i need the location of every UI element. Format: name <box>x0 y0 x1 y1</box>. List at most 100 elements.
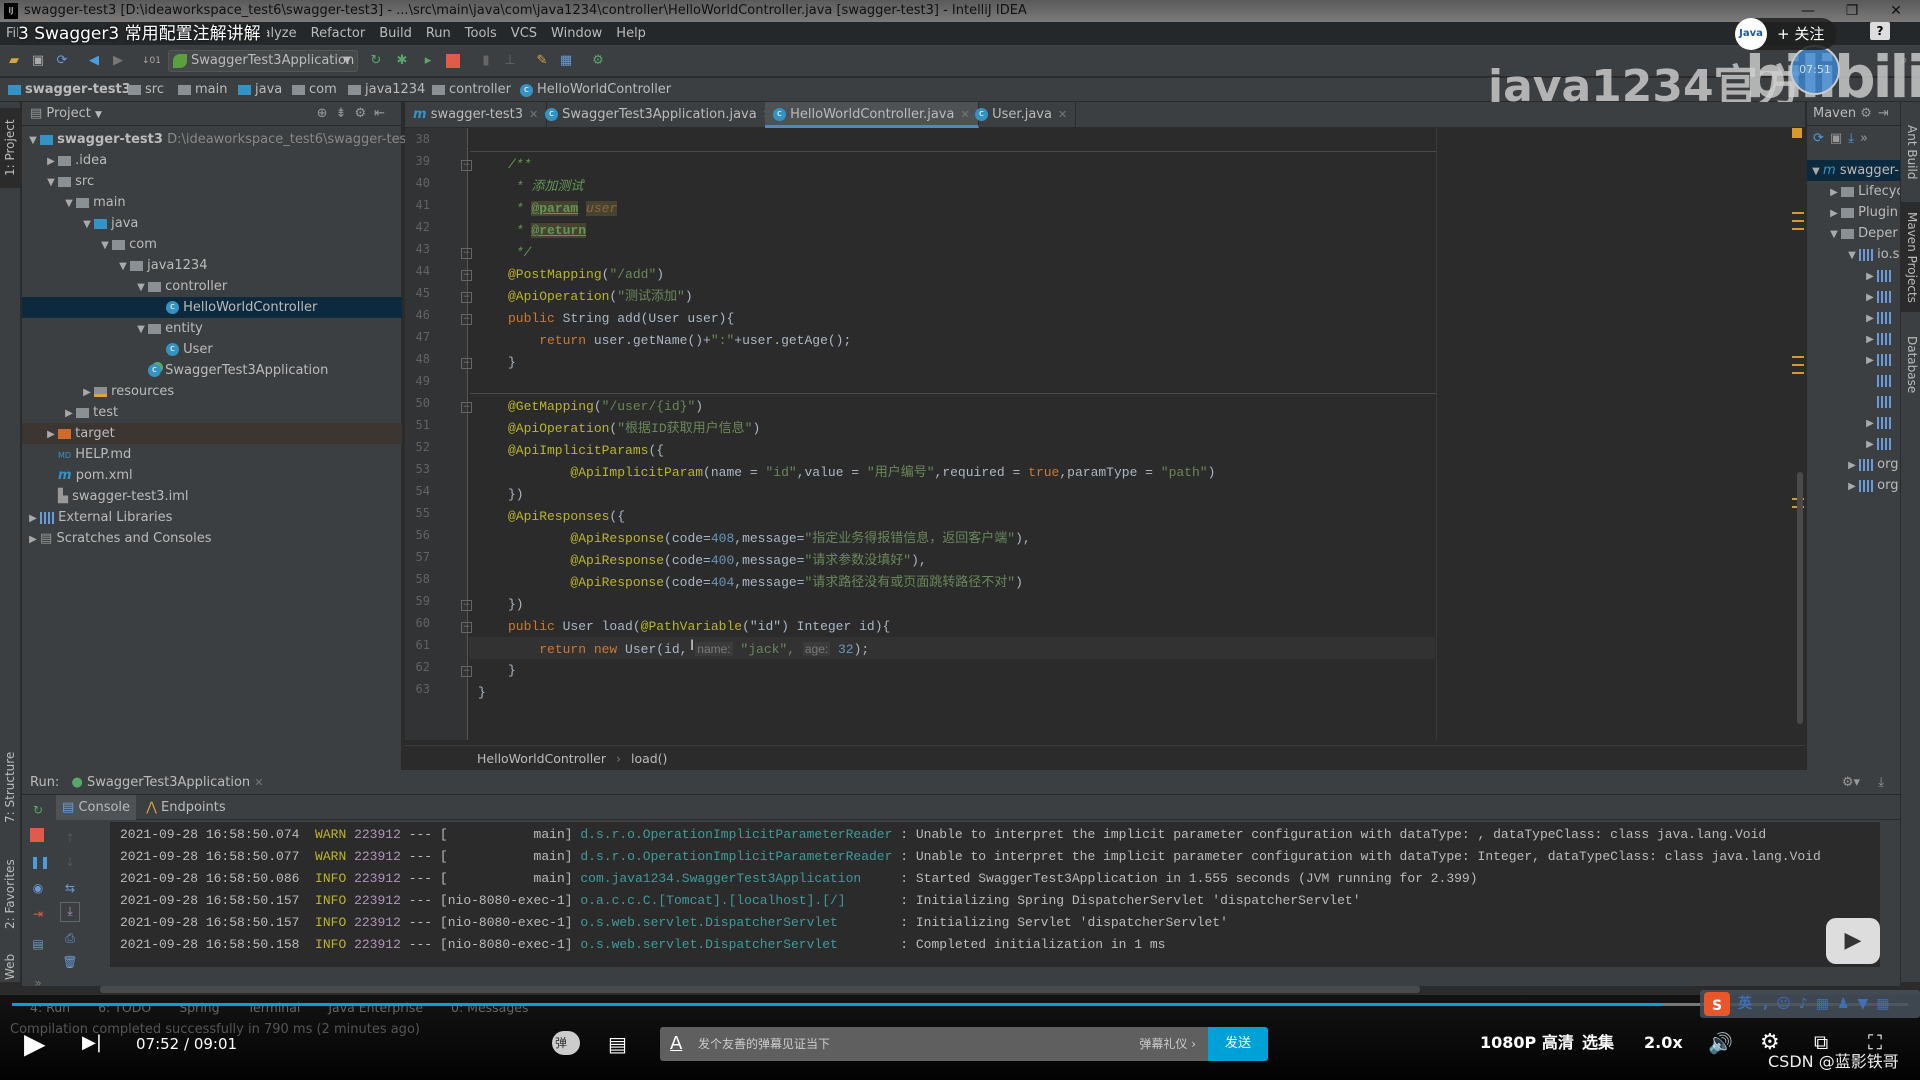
tree-item-java[interactable]: ▼ java <box>22 213 402 234</box>
profiler-icon[interactable]: ⊥ <box>502 53 518 69</box>
tree-item-help-md[interactable]: MD HELP.md <box>22 444 402 465</box>
expand-arrow-icon[interactable]: ▼ <box>44 172 58 193</box>
forward-arrow-icon[interactable]: ▶ <box>110 53 126 69</box>
expand-arrow-icon[interactable]: ▼ <box>116 256 130 277</box>
save-icon[interactable]: ▣ <box>30 53 46 69</box>
menu-tools[interactable]: Tools <box>465 26 497 41</box>
tree-item-src[interactable]: ▼ src <box>22 171 402 192</box>
tree-item-main[interactable]: ▼ main <box>22 192 402 213</box>
fold-icon[interactable]: − <box>461 292 472 303</box>
tree-item-pom-xml[interactable]: m pom.xml <box>22 465 402 486</box>
fold-icon[interactable]: − <box>461 666 472 677</box>
maven-subdependency[interactable]: ▶ <box>1807 265 1891 286</box>
breadcrumb-src[interactable]: src <box>128 78 164 102</box>
episodes-button[interactable]: 选集 <box>1582 1031 1614 1055</box>
collapse-arrow-icon[interactable]: ▶ <box>26 508 40 529</box>
dump-threads-icon[interactable]: ◉ <box>30 880 46 896</box>
soft-wrap-icon[interactable]: ⇆ <box>62 880 78 896</box>
maven-subdependency[interactable]: ▶ <box>1807 349 1891 370</box>
download-icon[interactable]: ⤓ <box>1848 131 1860 146</box>
collapse-arrow-icon[interactable]: ▶ <box>80 382 94 403</box>
breadcrumb-java[interactable]: java <box>238 78 282 102</box>
console-output[interactable]: 2021-09-28 16:58:50.074 WARN 223912 --- … <box>110 822 1880 967</box>
tool-tab-project[interactable]: 1: Project <box>0 108 21 188</box>
maximize-button[interactable]: ❐ <box>1832 0 1872 22</box>
run-config-tab[interactable]: ● SwaggerTest3Application ✕ <box>71 775 263 790</box>
volume-icon[interactable]: 🔊 <box>1708 1031 1733 1055</box>
sync-icon[interactable]: ⟳ <box>54 53 70 69</box>
tree-item-iml[interactable]: ▙ swagger-test3.iml <box>22 486 402 507</box>
quality-selector[interactable]: 1080P 高清 <box>1480 1031 1574 1055</box>
stripe-marker[interactable] <box>1792 372 1804 374</box>
gear-icon[interactable]: ⚙ <box>354 106 374 121</box>
collapse-arrow-icon[interactable]: ▶ <box>44 151 58 172</box>
log-logger[interactable]: com.java1234.SwaggerTest3Application <box>580 871 892 886</box>
collapse-arrow-icon[interactable]: ▶ <box>26 529 40 550</box>
tree-item-idea[interactable]: ▶ .idea <box>22 150 402 171</box>
crumb-class[interactable]: HelloWorldController <box>477 751 606 766</box>
tree-item-user[interactable]: c User <box>22 339 402 360</box>
menu-build[interactable]: Build <box>379 26 412 41</box>
follow-button[interactable]: Java + 关注 <box>1735 18 1837 50</box>
expand-arrow-icon[interactable]: ▼ <box>134 319 148 340</box>
scroll-to-end-icon[interactable]: ⤓ <box>60 902 80 922</box>
expand-arrow-icon[interactable]: ▼ <box>26 130 40 151</box>
danmu-etiquette-link[interactable]: 弹幕礼仪 › <box>1139 1027 1196 1061</box>
expand-arrow-icon[interactable]: ▼ <box>80 214 94 235</box>
maven-item-dependency[interactable]: ▼ io.s <box>1807 244 1899 265</box>
more-icon[interactable]: » <box>1860 131 1874 146</box>
maven-subdependency[interactable]: ▶ <box>1807 286 1891 307</box>
error-stripe[interactable] <box>1790 128 1806 740</box>
expand-arrow-icon[interactable]: ▼ <box>134 277 148 298</box>
danmu-toggle[interactable]: 弹 <box>552 1031 580 1055</box>
tool-tab-web[interactable]: Web <box>0 947 21 987</box>
tree-item-controller[interactable]: ▼ controller <box>22 276 402 297</box>
maven-subdependency[interactable]: ▶ <box>1807 307 1891 328</box>
tab-user-java[interactable]: c User.java ✕ <box>967 102 1077 128</box>
chevron-down-icon[interactable]: ▼ <box>95 110 102 120</box>
close-tab-icon[interactable]: ✕ <box>254 776 263 789</box>
reimport-icon[interactable]: ⟳ <box>1813 131 1830 146</box>
maven-item-project[interactable]: ▼ m swagger- <box>1807 160 1900 181</box>
tree-item-java1234[interactable]: ▼ java1234 <box>22 255 402 276</box>
font-style-icon[interactable]: A <box>670 1027 682 1061</box>
hide-panel-icon[interactable]: ⤓ <box>1878 770 1884 795</box>
console-horizontal-scrollbar[interactable] <box>100 986 1420 993</box>
breadcrumb-project[interactable]: swagger-test3 <box>8 78 131 102</box>
gear-icon[interactable]: ⚙ <box>1860 106 1872 121</box>
locate-icon[interactable]: ⊕ <box>317 106 336 121</box>
danmu-settings-icon[interactable]: ▤ <box>608 1032 627 1056</box>
log-logger[interactable]: o.s.web.servlet.DispatcherServlet <box>580 915 892 930</box>
layout-icon[interactable]: ▤ <box>30 936 46 952</box>
ime-tool-icons[interactable]: ,☺♪▦♟▼▦ <box>1763 996 1898 1012</box>
tree-item-scratches[interactable]: ▶ ▤ Scratches and Consoles <box>22 528 402 549</box>
maven-item-plugins[interactable]: ▶ Plugin <box>1807 202 1898 223</box>
attach-icon[interactable]: ▮ <box>478 53 494 69</box>
exit-icon[interactable]: ⇥ <box>30 906 46 922</box>
play-icon[interactable]: ▶ <box>24 1027 46 1060</box>
fold-icon[interactable]: − <box>461 622 472 633</box>
maven-subdependency[interactable]: ▶ <box>1807 412 1891 433</box>
project-structure-icon[interactable]: ▦ <box>558 53 574 69</box>
hide-panel-icon[interactable]: ⇥ <box>1878 106 1889 121</box>
speed-selector[interactable]: 2.0x <box>1644 1031 1683 1055</box>
send-danmu-button[interactable]: 发送 <box>1208 1027 1268 1061</box>
breadcrumb-main[interactable]: main <box>178 78 227 102</box>
tree-item-project-root[interactable]: ▼ swagger-test3 D:\ideaworkspace_test6\s… <box>22 129 420 151</box>
build-icon[interactable]: ↓01 <box>142 53 161 69</box>
log-logger[interactable]: d.s.r.o.OperationImplicitParameterReader <box>580 827 892 842</box>
gear-icon[interactable]: ⚙▾ <box>1842 770 1860 795</box>
next-episode-icon[interactable]: ▶| <box>82 1032 102 1053</box>
pause-icon[interactable]: ❚❚ <box>30 854 50 870</box>
fold-icon[interactable]: − <box>461 270 472 281</box>
stripe-marker[interactable] <box>1792 228 1804 230</box>
uploader-avatar[interactable]: Java <box>1735 18 1767 50</box>
up-arrow-icon[interactable]: ↑ <box>62 830 78 846</box>
editor-scrollbar[interactable] <box>1797 472 1803 724</box>
menu-run[interactable]: Run <box>426 26 451 41</box>
fold-icon[interactable]: − <box>461 314 472 325</box>
project-view-selector[interactable]: Project <box>46 106 90 121</box>
more-icon[interactable]: » <box>30 975 46 991</box>
maven-subdependency[interactable] <box>1807 391 1891 412</box>
stripe-marker[interactable] <box>1792 212 1804 214</box>
